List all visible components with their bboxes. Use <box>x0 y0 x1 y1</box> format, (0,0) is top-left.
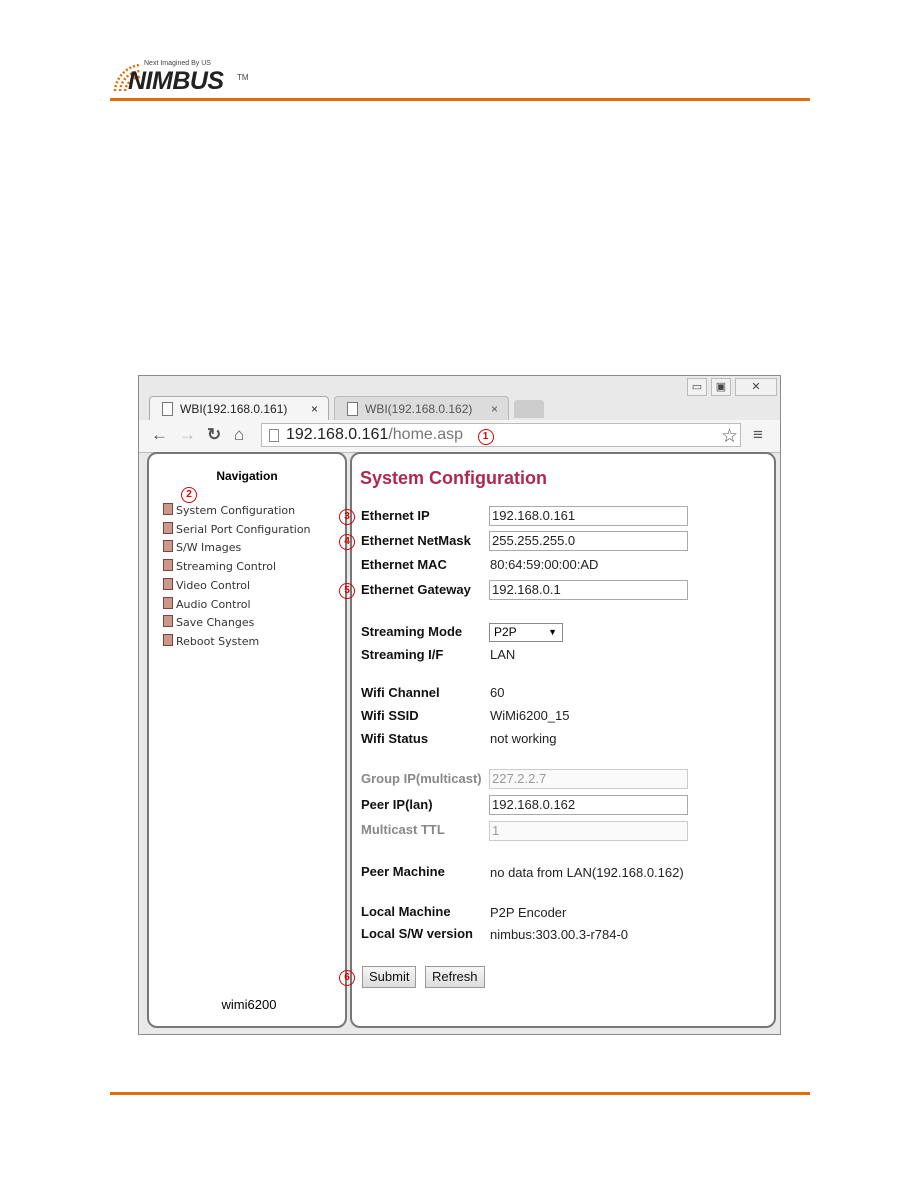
page-icon <box>347 402 358 416</box>
peer-machine-value: no data from LAN(192.168.0.162) <box>490 865 684 880</box>
peer-ip-label: Peer IP(lan) <box>361 797 433 812</box>
logo-tm: TM <box>237 73 249 82</box>
maximize-button[interactable]: ▣ <box>711 378 731 396</box>
url-path: /home.asp <box>388 426 464 443</box>
nav-item[interactable]: Video Control <box>176 579 250 592</box>
wifi-ssid-value: WiMi6200_15 <box>490 708 570 723</box>
manual-page: Next Imagined By US NIMBUS TM ▭ ▣ ✕ WBI(… <box>0 0 918 1188</box>
wifi-status-value: not working <box>490 731 557 746</box>
netmask-input[interactable]: 255.255.255.0 <box>489 531 688 551</box>
browser-toolbar: ← → ↻ ⌂ 192.168.0.161/home.asp 1 ☆ ≡ <box>139 420 780 453</box>
close-tab-icon[interactable]: × <box>491 397 498 421</box>
page-icon <box>269 429 279 442</box>
marker-1: 1 <box>477 429 494 445</box>
nav-item[interactable]: System Configuration <box>176 504 295 517</box>
tab-label: WBI(192.168.0.161) <box>180 402 288 416</box>
nav-title: Navigation <box>216 469 278 483</box>
dropdown-arrow-icon: ▼ <box>548 627 557 637</box>
nav-page-icon <box>163 596 173 609</box>
reload-icon[interactable]: ↻ <box>207 425 221 445</box>
logo-tagline: Next Imagined By US <box>144 60 211 67</box>
header-rule <box>110 98 810 101</box>
bookmark-star-icon[interactable]: ☆ <box>721 425 738 448</box>
new-tab-button[interactable] <box>514 400 544 418</box>
forward-icon[interactable]: → <box>179 425 196 445</box>
nav-item[interactable]: Audio Control <box>176 598 251 611</box>
ethernet-ip-input[interactable]: 192.168.0.161 <box>489 506 688 526</box>
page-icon <box>162 402 173 416</box>
local-sw-label: Local S/W version <box>361 926 473 941</box>
minimize-button[interactable]: ▭ <box>687 378 707 396</box>
local-sw-value: nimbus:303.00.3-r784-0 <box>490 927 629 942</box>
nav-item[interactable]: Save Changes <box>176 616 254 629</box>
mac-label: Ethernet MAC <box>361 557 447 572</box>
streaming-if-value: LAN <box>490 647 516 662</box>
local-machine-label: Local Machine <box>361 904 451 919</box>
wifi-status-label: Wifi Status <box>361 731 429 746</box>
group-ip-label: Group IP(multicast) <box>361 771 482 786</box>
peer-machine-label: Peer Machine <box>361 864 445 879</box>
wifi-channel-value: 60 <box>490 685 505 700</box>
nav-footer: wimi6200 <box>221 997 277 1012</box>
netmask-label: Ethernet NetMask <box>361 533 471 548</box>
gateway-input[interactable]: 192.168.0.1 <box>489 580 688 600</box>
close-tab-icon[interactable]: × <box>311 397 318 421</box>
streaming-if-label: Streaming I/F <box>361 647 444 662</box>
nimbus-logo: Next Imagined By US NIMBUS TM <box>110 55 260 97</box>
home-icon[interactable]: ⌂ <box>234 425 244 445</box>
page-title: System Configuration <box>360 468 548 488</box>
close-window-button[interactable]: ✕ <box>735 378 777 396</box>
navigation-panel <box>147 452 347 1028</box>
streaming-mode-label: Streaming Mode <box>361 624 463 639</box>
nav-item[interactable]: Serial Port Configuration <box>176 523 311 536</box>
ethernet-ip-label: Ethernet IP <box>361 508 430 523</box>
nav-item[interactable]: Streaming Control <box>176 560 276 573</box>
streaming-mode-value: P2P <box>494 625 517 639</box>
ttl-input[interactable]: 1 <box>489 821 688 841</box>
group-ip-input[interactable]: 227.2.2.7 <box>489 769 688 789</box>
tab-inactive[interactable]: WBI(192.168.0.162) × <box>334 396 509 420</box>
logo-name: NIMBUS <box>128 67 224 95</box>
marker-5: 5 <box>339 583 355 599</box>
marker-6: 6 <box>339 970 355 986</box>
tab-active[interactable]: WBI(192.168.0.161) × <box>149 396 329 420</box>
gateway-label: Ethernet Gateway <box>361 582 471 597</box>
address-bar[interactable]: 192.168.0.161/home.asp 1 <box>261 423 741 447</box>
nav-page-icon <box>163 633 173 646</box>
wifi-ssid-label: Wifi SSID <box>361 708 419 723</box>
nav-page-icon <box>163 615 173 628</box>
mac-value: 80:64:59:00:00:AD <box>490 557 599 572</box>
menu-icon[interactable]: ≡ <box>753 425 763 445</box>
marker-4: 4 <box>339 534 355 550</box>
nav-page-icon <box>163 540 173 553</box>
marker-3: 3 <box>339 509 355 525</box>
nav-page-icon <box>163 521 173 534</box>
tab-label: WBI(192.168.0.162) <box>365 402 473 416</box>
streaming-mode-select[interactable]: P2P ▼ <box>489 623 563 642</box>
marker-2: 2 <box>181 487 197 503</box>
peer-ip-input[interactable]: 192.168.0.162 <box>489 795 688 815</box>
nav-page-icon <box>163 559 173 572</box>
nav-item[interactable]: S/W Images <box>176 541 241 554</box>
nav-item[interactable]: Reboot System <box>176 635 259 648</box>
submit-button[interactable]: Submit <box>362 966 417 988</box>
wifi-channel-label: Wifi Channel <box>361 685 440 700</box>
url-host: 192.168.0.161 <box>286 426 389 443</box>
nav-page-icon <box>163 503 173 515</box>
ttl-label: Multicast TTL <box>361 822 445 837</box>
local-machine-value: P2P Encoder <box>490 905 567 920</box>
refresh-button[interactable]: Refresh <box>425 966 485 988</box>
footer-rule <box>110 1092 810 1095</box>
nav-page-icon <box>163 577 173 590</box>
back-icon[interactable]: ← <box>151 425 168 445</box>
